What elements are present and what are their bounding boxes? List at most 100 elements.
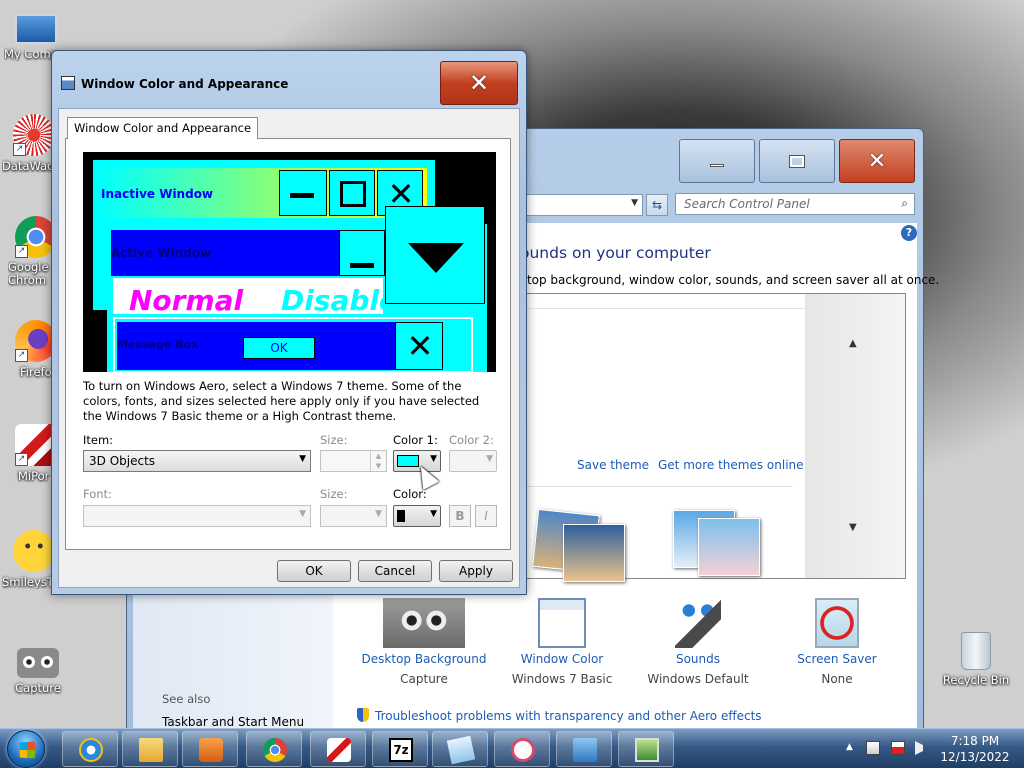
color2-label: Color 2: — [449, 433, 494, 447]
refresh-button[interactable]: ⇆ — [646, 194, 668, 216]
sounds-item[interactable]: Sounds Windows Default — [628, 598, 768, 686]
preview-ok-button[interactable]: OK — [243, 337, 315, 359]
item-select[interactable]: 3D Objects ▼ — [83, 450, 311, 472]
size-stepper[interactable]: ▲ ▼ — [320, 450, 387, 472]
chevron-down-icon: ▼ — [299, 454, 306, 464]
scroll-up-icon[interactable]: ▲ — [849, 338, 857, 349]
preview-message-box-label: Message Box — [117, 338, 199, 351]
help-icon[interactable]: ? — [901, 225, 917, 241]
explorer-folder-icon — [139, 738, 163, 762]
preview-inactive-max — [329, 170, 375, 216]
page-description: ktop background, window color, sounds, a… — [520, 273, 940, 287]
taskbar-ie-button[interactable] — [62, 731, 118, 767]
close-button[interactable]: ✕ — [839, 139, 915, 183]
preview-disabled-label: Disable — [281, 284, 399, 317]
address-bar[interactable]: ▼ — [523, 194, 643, 216]
minimize-button[interactable] — [679, 139, 755, 183]
search-input[interactable]: Search Control Panel ⌕ — [675, 193, 915, 215]
taskbar-snipping-button[interactable] — [494, 731, 550, 767]
computer-icon — [15, 14, 57, 52]
maximize-icon — [789, 154, 805, 168]
sounds-label[interactable]: Sounds — [628, 652, 768, 666]
apply-button[interactable]: Apply — [439, 560, 513, 582]
stepper-down-icon[interactable]: ▼ — [370, 461, 386, 471]
taskbar-chrome-button[interactable] — [246, 731, 302, 767]
taskbar-explorer-button[interactable] — [122, 731, 178, 767]
window-color-item[interactable]: Window Color Windows 7 Basic — [492, 598, 632, 686]
maximize-button[interactable] — [759, 139, 835, 183]
theme-thumbnail[interactable] — [563, 524, 625, 582]
taskbar-notes-button[interactable] — [432, 731, 488, 767]
desktop-background-label[interactable]: Desktop Background — [354, 652, 494, 666]
start-button[interactable] — [7, 730, 45, 768]
capture-icon — [17, 648, 59, 678]
preview-active-min — [339, 230, 385, 276]
item-select-value: 3D Objects — [89, 454, 156, 468]
stepper-up-icon[interactable]: ▲ — [370, 451, 386, 461]
desktop-background-value: Capture — [400, 672, 448, 686]
item-label: Item: — [83, 433, 114, 447]
taskbar-media-button[interactable] — [182, 731, 238, 767]
screen-saver-item[interactable]: Screen Saver None — [767, 598, 907, 686]
taskbar-start-menu-link[interactable]: Taskbar and Start Menu — [162, 715, 304, 729]
recycle-bin-icon — [961, 632, 991, 670]
font-size-select[interactable]: ▼ — [320, 505, 387, 527]
preview-scroll-arrow — [385, 206, 485, 304]
clock-date: 12/13/2022 — [940, 750, 1010, 764]
shortcut-arrow-icon: ↗ — [13, 143, 26, 156]
font-label: Font: — [83, 487, 112, 501]
smiley-icon — [13, 530, 55, 572]
refresh-icon: ⇆ — [651, 198, 663, 212]
show-hidden-icons-icon[interactable]: ▲ — [846, 742, 853, 752]
troubleshoot-link[interactable]: Troubleshoot problems with transparency … — [357, 708, 762, 723]
see-also-heading: See also — [162, 692, 211, 706]
sounds-value: Windows Default — [647, 672, 749, 686]
scroll-down-icon[interactable]: ▼ — [849, 522, 857, 533]
italic-button[interactable]: I — [475, 505, 497, 527]
desktop-icon-capture[interactable]: Capture — [6, 640, 70, 695]
internet-explorer-icon — [79, 738, 103, 762]
action-center-icon[interactable] — [891, 741, 905, 755]
chevron-down-icon[interactable]: ▼ — [631, 198, 638, 208]
font-size-label: Size: — [320, 487, 348, 501]
chevron-down-icon: ▼ — [375, 509, 382, 519]
dialog-close-button[interactable]: ✕ — [440, 61, 518, 105]
appearance-preview[interactable]: Inactive Window ✕ Active Window Normal D… — [83, 152, 496, 372]
desktop-icon-label: Capture — [15, 681, 61, 695]
font-color-swatch — [397, 510, 405, 522]
display-settings-icon — [635, 738, 659, 762]
ok-button[interactable]: OK — [277, 560, 351, 582]
font-select[interactable]: ▼ — [83, 505, 311, 527]
window-color-label[interactable]: Window Color — [492, 652, 632, 666]
close-icon: ✕ — [867, 148, 887, 174]
color2-picker[interactable]: ▼ — [449, 450, 497, 472]
desktop-icon-recycle-bin[interactable]: Recycle Bin — [942, 632, 1010, 687]
taskbar-7zip-button[interactable]: 7z — [372, 731, 428, 767]
screen-saver-label[interactable]: Screen Saver — [767, 652, 907, 666]
search-placeholder: Search Control Panel — [684, 197, 810, 211]
bold-button[interactable]: B — [449, 505, 471, 527]
preview-normal-label: Normal — [129, 284, 244, 317]
troubleshoot-link-text[interactable]: Troubleshoot problems with transparency … — [375, 709, 762, 723]
font-color-picker[interactable]: ▼ — [393, 505, 441, 527]
sounds-icon — [675, 598, 721, 648]
theme-thumbnail[interactable] — [698, 518, 760, 576]
minimize-icon — [710, 163, 724, 167]
cancel-button[interactable]: Cancel — [358, 560, 432, 582]
search-icon[interactable]: ⌕ — [901, 196, 908, 211]
taskbar-miport-button[interactable] — [310, 731, 366, 767]
save-theme-link[interactable]: Save theme — [577, 458, 649, 472]
clock[interactable]: 7:18 PM 12/13/2022 — [940, 733, 1010, 765]
screen-saver-icon — [815, 598, 859, 648]
preview-inactive-min — [279, 170, 327, 216]
desktop-background-item[interactable]: Desktop Background Capture — [354, 598, 494, 686]
taskbar-display-button[interactable] — [618, 731, 674, 767]
7zip-icon: 7z — [389, 738, 413, 762]
get-more-themes-link[interactable]: Get more themes online — [658, 458, 804, 472]
screen-saver-value: None — [821, 672, 853, 686]
volume-icon[interactable] — [915, 741, 923, 755]
theme-list-scrollbar[interactable]: ▲ ▼ — [805, 294, 905, 578]
network-icon[interactable] — [866, 741, 880, 755]
tab-window-color-appearance[interactable]: Window Color and Appearance — [67, 117, 259, 139]
taskbar-control-panel-button[interactable] — [556, 731, 612, 767]
